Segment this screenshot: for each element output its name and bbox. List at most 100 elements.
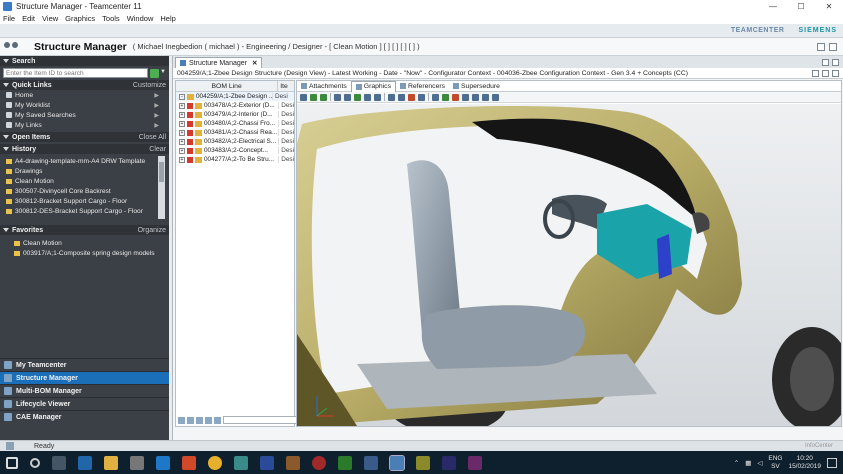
search-icon[interactable] (30, 457, 40, 468)
list-item[interactable]: Clean Motion (0, 238, 169, 248)
quick-link-my-links[interactable]: My Links ▶ (0, 120, 169, 130)
app-icon[interactable] (182, 455, 196, 470)
collapse-icon[interactable] (3, 83, 9, 87)
perspective-structure-manager[interactable]: Structure Manager (0, 371, 169, 384)
visibility-checkbox[interactable] (187, 129, 193, 136)
view-iso-icon[interactable] (388, 93, 395, 101)
close-pane-icon[interactable] (832, 69, 839, 77)
quick-link-home[interactable]: Home ▶ (0, 90, 169, 100)
store-icon[interactable] (78, 455, 92, 470)
maximize-view-icon[interactable] (829, 42, 837, 51)
measure-icon[interactable] (418, 93, 425, 101)
close-button[interactable]: ✕ (815, 2, 843, 11)
windows-start-icon[interactable] (6, 456, 18, 469)
expand-icon[interactable]: + (179, 102, 185, 109)
zoom-icon[interactable] (300, 93, 307, 101)
clear-history-link[interactable]: Clear (149, 146, 166, 153)
list-item[interactable]: Drawings (4, 166, 165, 176)
maximize-button[interactable]: ☐ (787, 2, 815, 11)
nx-icon[interactable] (234, 455, 248, 470)
close-all-link[interactable]: Close All (139, 134, 166, 141)
collapse-icon[interactable] (3, 135, 9, 139)
list-item[interactable]: 300812-DES-Bracket Support Cargo - Floor (4, 206, 165, 216)
tray-chevron-icon[interactable]: ⌃ (734, 459, 739, 467)
column-item-type[interactable]: Ite (278, 81, 294, 91)
app-icon[interactable] (312, 455, 326, 470)
perspective-multi-bom-manager[interactable]: Multi-BOM Manager (0, 384, 169, 397)
table-row[interactable]: +003480/A;2-Chassi Fro... Desi (176, 119, 294, 128)
list-item[interactable]: Clean Motion (4, 176, 165, 186)
search-go-icon[interactable] (150, 68, 159, 78)
close-tab-icon[interactable]: ✕ (252, 59, 257, 67)
app-icon[interactable] (442, 455, 456, 470)
wireframe-icon[interactable] (472, 93, 479, 101)
collapse-icon[interactable] (3, 147, 9, 151)
menu-view[interactable]: View (42, 14, 58, 23)
app-icon[interactable] (286, 455, 300, 470)
search-options-icon[interactable]: ▼ (160, 69, 166, 78)
menu-edit[interactable]: Edit (22, 14, 35, 23)
customize-link[interactable]: Customize (133, 82, 166, 89)
collapse-icon[interactable] (3, 228, 9, 232)
restore-view-icon[interactable] (817, 42, 825, 51)
visibility-checkbox[interactable] (187, 102, 193, 109)
restore-pane-icon[interactable] (822, 69, 829, 77)
next-frame-icon[interactable] (364, 93, 371, 101)
collapse-icon[interactable] (3, 59, 9, 63)
tab-referencers[interactable]: Referencers (396, 81, 449, 92)
tab-attachments[interactable]: Attachments (297, 81, 351, 92)
visibility-checkbox[interactable] (187, 147, 193, 154)
tab-graphics[interactable]: Graphics (350, 80, 396, 92)
table-row[interactable]: +003481/A;2-Chassi Rea... Desi (176, 128, 294, 137)
history-header[interactable]: History Clear (0, 144, 169, 154)
minimize-button[interactable]: — (759, 2, 787, 11)
markup-icon[interactable] (452, 93, 459, 101)
table-row[interactable]: +003482/A;2-Electrical S... Desi (176, 137, 294, 146)
network-icon[interactable]: ▦ (745, 459, 751, 467)
quick-links-header[interactable]: Quick Links Customize (0, 80, 169, 90)
menu-file[interactable]: File (3, 14, 15, 23)
table-row[interactable]: +004277/A;2-To Be Stru... Desi (176, 155, 294, 164)
table-row[interactable]: -004259/A;1-Zbee Design ... Desi (176, 92, 294, 101)
visibility-checkbox[interactable] (187, 156, 193, 163)
outlook-icon[interactable] (364, 455, 378, 470)
rotate-icon[interactable] (320, 93, 327, 101)
table-row[interactable]: +003479/A;2-Interior (D... Desi (176, 110, 294, 119)
navigation-arrows-icon[interactable] (4, 41, 22, 52)
collapse-all-icon[interactable] (196, 416, 203, 424)
teamcenter-taskbar-icon[interactable] (389, 454, 405, 471)
vehicle-3d-model[interactable] (297, 104, 843, 434)
list-item[interactable]: 003917/A;1-Composite spring design model… (0, 248, 169, 258)
list-item[interactable]: A4-drawing-template-mm-A4 DRW Template (4, 156, 165, 166)
first-frame-icon[interactable] (334, 93, 341, 101)
visibility-checkbox[interactable] (187, 111, 193, 118)
language-indicator[interactable]: ENG SV (768, 455, 782, 471)
maximize-panel-icon[interactable] (832, 59, 839, 66)
menu-window[interactable]: Window (127, 14, 154, 23)
visibility-checkbox[interactable] (187, 138, 193, 145)
open-items-header[interactable]: Open Items Close All (0, 132, 169, 142)
expand-icon[interactable]: + (179, 156, 185, 163)
calculator-icon[interactable] (130, 455, 144, 470)
table-row[interactable]: +003483/A;2-Concept... Desi (176, 146, 294, 155)
view-front-icon[interactable] (398, 93, 405, 101)
task-view-icon[interactable] (52, 455, 66, 470)
organize-link[interactable]: Organize (138, 227, 166, 234)
volume-icon[interactable]: ◁ (757, 459, 762, 467)
prev-frame-icon[interactable] (344, 93, 351, 101)
settings-icon[interactable] (214, 416, 221, 424)
play-icon[interactable] (354, 93, 361, 101)
find-icon[interactable] (205, 416, 212, 424)
list-item[interactable]: 300507-Divinycell Core Backrest (4, 186, 165, 196)
chrome-icon[interactable] (208, 455, 222, 470)
filter-icon[interactable] (178, 416, 185, 424)
table-row[interactable]: +003478/A;2-Exterior (D... Desi (176, 101, 294, 110)
expand-icon[interactable]: + (179, 147, 185, 154)
search-section-header[interactable]: Search (0, 56, 169, 66)
tab-structure-manager[interactable]: Structure Manager ✕ (175, 57, 263, 68)
infocenter-link[interactable]: InfoCenter (805, 443, 833, 449)
expand-icon[interactable]: + (179, 138, 185, 145)
quick-link-saved-searches[interactable]: My Saved Searches ▶ (0, 110, 169, 120)
minimize-panel-icon[interactable] (822, 59, 829, 66)
list-item[interactable]: 300812-Bracket Support Cargo - Floor (4, 196, 165, 206)
